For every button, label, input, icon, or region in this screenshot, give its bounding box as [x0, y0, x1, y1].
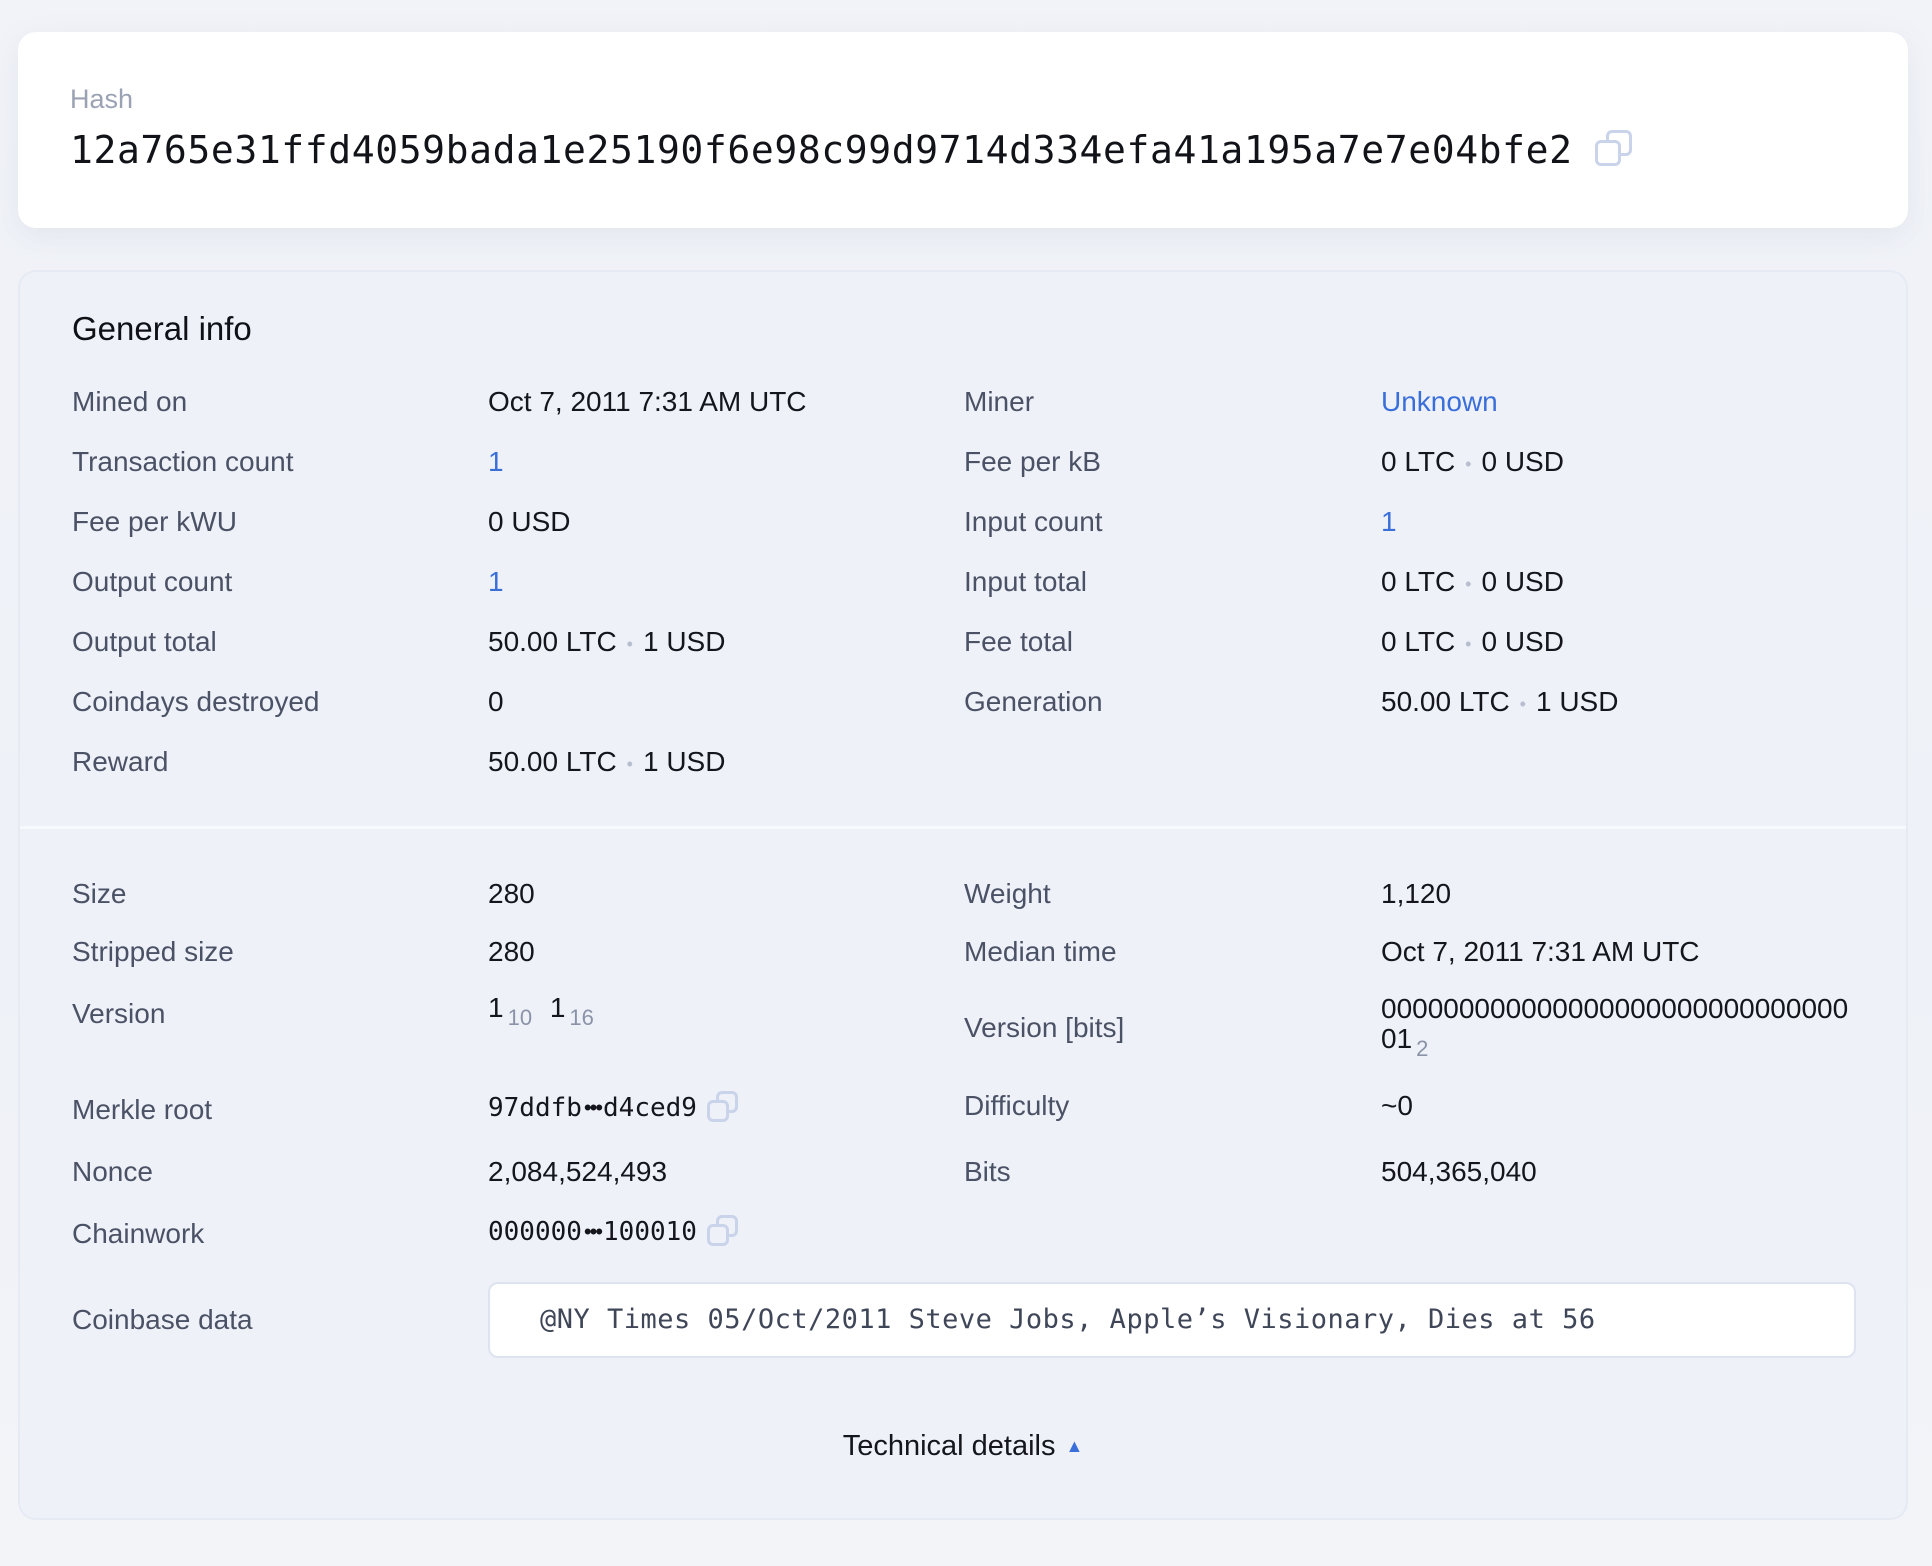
separator-dot: •	[626, 753, 633, 774]
mined-on-value: Oct 7, 2011 7:31 AM UTC	[488, 386, 807, 417]
version-value: 1 10 1 16	[488, 990, 594, 1036]
generation-label: Generation	[964, 686, 1103, 717]
difficulty-value: ~0	[1381, 1090, 1413, 1121]
version-bits-label: Version [bits]	[964, 1012, 1125, 1043]
transaction-count-link[interactable]: 1	[488, 444, 504, 480]
output-total-value: 50.00 LTC • 1 USD	[488, 624, 725, 662]
section-divider	[20, 826, 1906, 829]
separator-dot: •	[1465, 633, 1472, 654]
nonce-value: 2,084,524,493	[488, 1156, 668, 1187]
version-hex-base: 16	[569, 1005, 594, 1030]
fee-total-ltc: 0 LTC	[1381, 626, 1456, 657]
stripped-size-label: Stripped size	[72, 936, 234, 967]
size-value: 280	[488, 878, 535, 909]
mined-on-label: Mined on	[72, 386, 188, 417]
merkle-root-end[interactable]: d4ced9	[603, 1090, 697, 1126]
transaction-count-label: Transaction count	[72, 446, 294, 477]
nonce-label: Nonce	[72, 1156, 153, 1187]
output-count-link[interactable]: 1	[488, 564, 504, 600]
chainwork-start[interactable]: 000000	[488, 1214, 582, 1250]
version-hex: 1	[549, 992, 566, 1023]
caret-up-icon: ▲	[1065, 1436, 1084, 1456]
fee-per-kwu-label: Fee per kWU	[72, 506, 237, 537]
stripped-size-value: 280	[488, 936, 535, 967]
fee-total-value: 0 LTC • 0 USD	[1381, 624, 1564, 662]
bits-label: Bits	[964, 1156, 1011, 1187]
input-total-ltc: 0 LTC	[1381, 566, 1456, 597]
merkle-root-value: 97ddfb ••• d4ced9	[488, 1090, 741, 1126]
generation-value: 50.00 LTC • 1 USD	[1381, 684, 1618, 722]
version-decimal: 1	[488, 992, 504, 1023]
technical-details-label: Technical details	[842, 1430, 1056, 1462]
merkle-root-start[interactable]: 97ddfb	[488, 1090, 582, 1126]
ellipsis-dots: •••	[583, 1095, 603, 1120]
hash-row: 12a765e31ffd4059bada1e25190f6e98c99d9714…	[70, 128, 1856, 172]
input-count-label: Input count	[964, 506, 1103, 537]
version-bits-value: 00000000000000000000000000000001 2	[1381, 994, 1861, 1064]
coinbase-data-label: Coinbase data	[72, 1304, 253, 1335]
hash-value[interactable]: 12a765e31ffd4059bada1e25190f6e98c99d9714…	[70, 128, 1573, 172]
size-label: Size	[72, 878, 127, 909]
generation-ltc: 50.00 LTC	[1381, 686, 1510, 717]
miner-label: Miner	[964, 386, 1035, 417]
input-total-value: 0 LTC • 0 USD	[1381, 564, 1564, 602]
merkle-root-label: Merkle root	[72, 1094, 213, 1125]
reward-usd: 1 USD	[642, 746, 726, 777]
difficulty-label: Difficulty	[964, 1090, 1070, 1121]
general-info-card: General info Mined on Oct 7, 2011 7:31 A…	[18, 270, 1908, 1520]
separator-dot: •	[1519, 693, 1526, 714]
version-bits-base: 2	[1416, 1036, 1429, 1061]
chainwork-end[interactable]: 100010	[603, 1214, 697, 1250]
version-bits-digits: 00000000000000000000000000000001	[1381, 993, 1849, 1054]
separator-dot: •	[626, 633, 633, 654]
hash-card: Hash 12a765e31ffd4059bada1e25190f6e98c99…	[18, 32, 1908, 228]
output-total-ltc: 50.00 LTC	[488, 626, 617, 657]
coinbase-data-box[interactable]: @NY Times 05/Oct/2011 Steve Jobs, Apple’…	[488, 1282, 1856, 1358]
median-time-label: Median time	[964, 936, 1117, 967]
fee-per-kb-value: 0 LTC • 0 USD	[1381, 444, 1564, 482]
generation-usd: 1 USD	[1535, 686, 1619, 717]
reward-value: 50.00 LTC • 1 USD	[488, 744, 725, 782]
version-decimal-base: 10	[507, 1005, 533, 1030]
input-total-label: Input total	[964, 566, 1087, 597]
input-total-usd: 0 USD	[1481, 566, 1564, 597]
output-count-label: Output count	[72, 566, 233, 597]
reward-ltc: 50.00 LTC	[488, 746, 617, 777]
miner-link[interactable]: Unknown	[1381, 384, 1498, 420]
fee-per-kb-usd: 0 USD	[1481, 446, 1564, 477]
output-total-usd: 1 USD	[642, 626, 726, 657]
separator-dot: •	[1465, 573, 1472, 594]
coindays-destroyed-label: Coindays destroyed	[72, 686, 320, 717]
fee-total-usd: 0 USD	[1481, 626, 1564, 657]
fee-per-kb-ltc: 0 LTC	[1381, 446, 1456, 477]
coindays-destroyed-value: 0	[488, 686, 504, 717]
median-time-value: Oct 7, 2011 7:31 AM UTC	[1381, 936, 1700, 967]
separator-dot: •	[1465, 453, 1472, 474]
reward-label: Reward	[72, 746, 169, 777]
chainwork-label: Chainwork	[72, 1218, 205, 1249]
output-total-label: Output total	[72, 626, 217, 657]
weight-value: 1,120	[1381, 878, 1452, 909]
section-title: General info	[72, 310, 252, 347]
copy-merkle-root-icon[interactable]	[706, 1091, 741, 1125]
technical-details-toggle[interactable]: Technical details ▲	[20, 1430, 1906, 1463]
copy-chainwork-icon[interactable]	[706, 1215, 741, 1249]
fee-per-kb-label: Fee per kB	[964, 446, 1101, 477]
ellipsis-dots: •••	[583, 1219, 603, 1244]
fee-total-label: Fee total	[964, 626, 1073, 657]
chainwork-value: 000000 ••• 100010	[488, 1214, 741, 1250]
fee-per-kwu-value: 0 USD	[488, 506, 571, 537]
weight-label: Weight	[964, 878, 1051, 909]
hash-label: Hash	[70, 84, 134, 114]
bits-value: 504,365,040	[1381, 1156, 1537, 1187]
version-label: Version	[72, 998, 166, 1029]
input-count-link[interactable]: 1	[1381, 504, 1397, 540]
copy-hash-icon[interactable]	[1594, 130, 1635, 170]
